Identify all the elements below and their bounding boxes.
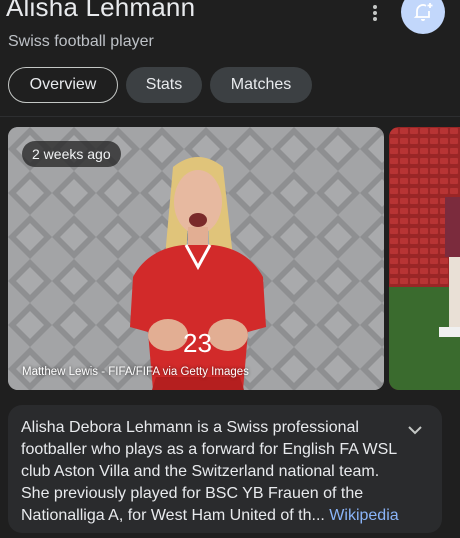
time-badge: 2 weeks ago <box>22 141 121 167</box>
chevron-down-icon <box>408 426 422 435</box>
tab-bar: Overview Stats Matches <box>8 67 312 103</box>
image-carousel-item[interactable] <box>389 127 460 390</box>
wikipedia-link[interactable]: Wikipedia <box>329 507 398 524</box>
description-text: Alisha Debora Lehmann is a Swiss profess… <box>21 417 409 527</box>
tab-matches[interactable]: Matches <box>210 67 312 103</box>
entity-subtitle: Swiss football player <box>8 33 154 50</box>
knowledge-panel: Alisha Lehmann Swiss football player Ove… <box>0 0 460 538</box>
follow-button[interactable] <box>401 0 445 34</box>
expand-button[interactable] <box>404 419 426 441</box>
more-options-button[interactable] <box>360 0 390 26</box>
divider <box>0 116 460 117</box>
description-card: Alisha Debora Lehmann is a Swiss profess… <box>8 405 442 533</box>
more-vert-icon <box>373 5 377 21</box>
tab-stats[interactable]: Stats <box>126 67 202 103</box>
jersey-number: 23 <box>183 328 212 358</box>
notification-add-icon <box>413 3 433 21</box>
entity-title: Alisha Lehmann <box>6 0 196 22</box>
player-photo-2 <box>389 127 460 390</box>
image-credit: Matthew Lewis - FIFA/FIFA via Getty Imag… <box>22 366 249 378</box>
image-carousel-item[interactable]: 23 2 weeks ago Matthew Lewis - FIFA/FIFA… <box>8 127 384 390</box>
tab-overview[interactable]: Overview <box>8 67 118 103</box>
